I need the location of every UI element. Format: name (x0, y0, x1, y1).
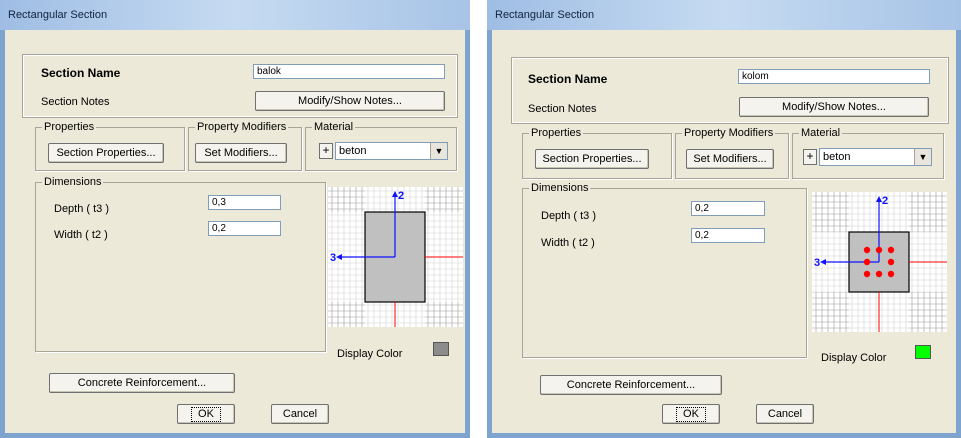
material-select[interactable]: beton ▼ (819, 148, 932, 166)
depth-input[interactable]: 0,3 (208, 195, 281, 210)
chevron-down-icon[interactable]: ▼ (914, 149, 931, 165)
rebar-dot (887, 258, 895, 266)
rectangular-section-dialog-balok: Rectangular Section Section Name balok S… (0, 0, 470, 438)
title-bar[interactable]: Rectangular Section (0, 0, 470, 30)
chevron-down-icon[interactable]: ▼ (430, 143, 447, 159)
properties-group-label: Properties (529, 127, 584, 139)
section-notes-label: Section Notes (41, 96, 110, 108)
property-modifiers-group-label: Property Modifiers (682, 127, 776, 139)
section-properties-button[interactable]: Section Properties... (48, 143, 164, 163)
axis-3-label: 3 (330, 252, 336, 264)
material-select[interactable]: beton ▼ (335, 142, 448, 160)
width-label: Width ( t2 ) (54, 229, 108, 241)
ok-button[interactable]: OK (662, 404, 720, 424)
depth-label: Depth ( t3 ) (541, 210, 597, 222)
add-material-button[interactable]: + (319, 143, 333, 159)
section-notes-label: Section Notes (528, 103, 597, 115)
dialog-title: Rectangular Section (8, 9, 108, 21)
display-color-label: Display Color (337, 348, 403, 360)
depth-input[interactable]: 0,2 (691, 201, 765, 216)
rectangular-section-dialog-kolom: Rectangular Section Section Name kolom S… (487, 0, 961, 438)
axis-2-label: 2 (398, 190, 404, 202)
dimensions-group-label: Dimensions (42, 176, 104, 188)
ok-button-label: OK (676, 407, 706, 422)
ok-button-label: OK (191, 407, 221, 422)
set-modifiers-button[interactable]: Set Modifiers... (686, 149, 774, 169)
section-properties-button[interactable]: Section Properties... (535, 149, 649, 169)
cancel-button[interactable]: Cancel (756, 404, 814, 424)
display-color-swatch[interactable] (915, 345, 931, 359)
material-group-label: Material (799, 127, 843, 139)
material-select-value: beton (339, 145, 367, 157)
dimensions-group-label: Dimensions (529, 182, 591, 194)
rebar-dot (875, 270, 883, 278)
section-name-input[interactable]: kolom (738, 69, 930, 84)
width-input[interactable]: 0,2 (208, 221, 281, 236)
rebar-dot (887, 246, 895, 254)
concrete-reinforcement-button[interactable]: Concrete Reinforcement... (49, 373, 235, 393)
display-color-label: Display Color (821, 352, 887, 364)
depth-label: Depth ( t3 ) (54, 203, 110, 215)
material-group-label: Material (312, 121, 356, 133)
set-modifiers-button[interactable]: Set Modifiers... (195, 143, 287, 163)
title-bar[interactable]: Rectangular Section (487, 0, 961, 30)
rebar-dot (875, 246, 883, 254)
rebar-dot (863, 246, 871, 254)
section-diagram: 23 (328, 187, 463, 327)
section-name-label: Section Name (41, 66, 121, 80)
cancel-button[interactable]: Cancel (271, 404, 329, 424)
section-diagram: 23 (812, 192, 947, 332)
axis-3-label: 3 (814, 257, 820, 269)
material-select-value: beton (823, 151, 851, 163)
ok-button[interactable]: OK (177, 404, 235, 424)
add-material-button[interactable]: + (803, 149, 817, 165)
dialog-title: Rectangular Section (495, 9, 595, 21)
axis-2-label: 2 (882, 195, 888, 207)
concrete-reinforcement-button[interactable]: Concrete Reinforcement... (540, 375, 722, 395)
properties-group-label: Properties (42, 121, 97, 133)
section-name-input[interactable]: balok (253, 64, 445, 79)
rebar-dot (887, 270, 895, 278)
property-modifiers-group-label: Property Modifiers (195, 121, 289, 133)
rebar-dot (863, 258, 871, 266)
modify-show-notes-button[interactable]: Modify/Show Notes... (255, 91, 445, 111)
modify-show-notes-button[interactable]: Modify/Show Notes... (739, 97, 929, 117)
section-name-label: Section Name (528, 72, 608, 86)
rebar-dot (863, 270, 871, 278)
width-label: Width ( t2 ) (541, 237, 595, 249)
width-input[interactable]: 0,2 (691, 228, 765, 243)
display-color-swatch[interactable] (433, 342, 449, 356)
